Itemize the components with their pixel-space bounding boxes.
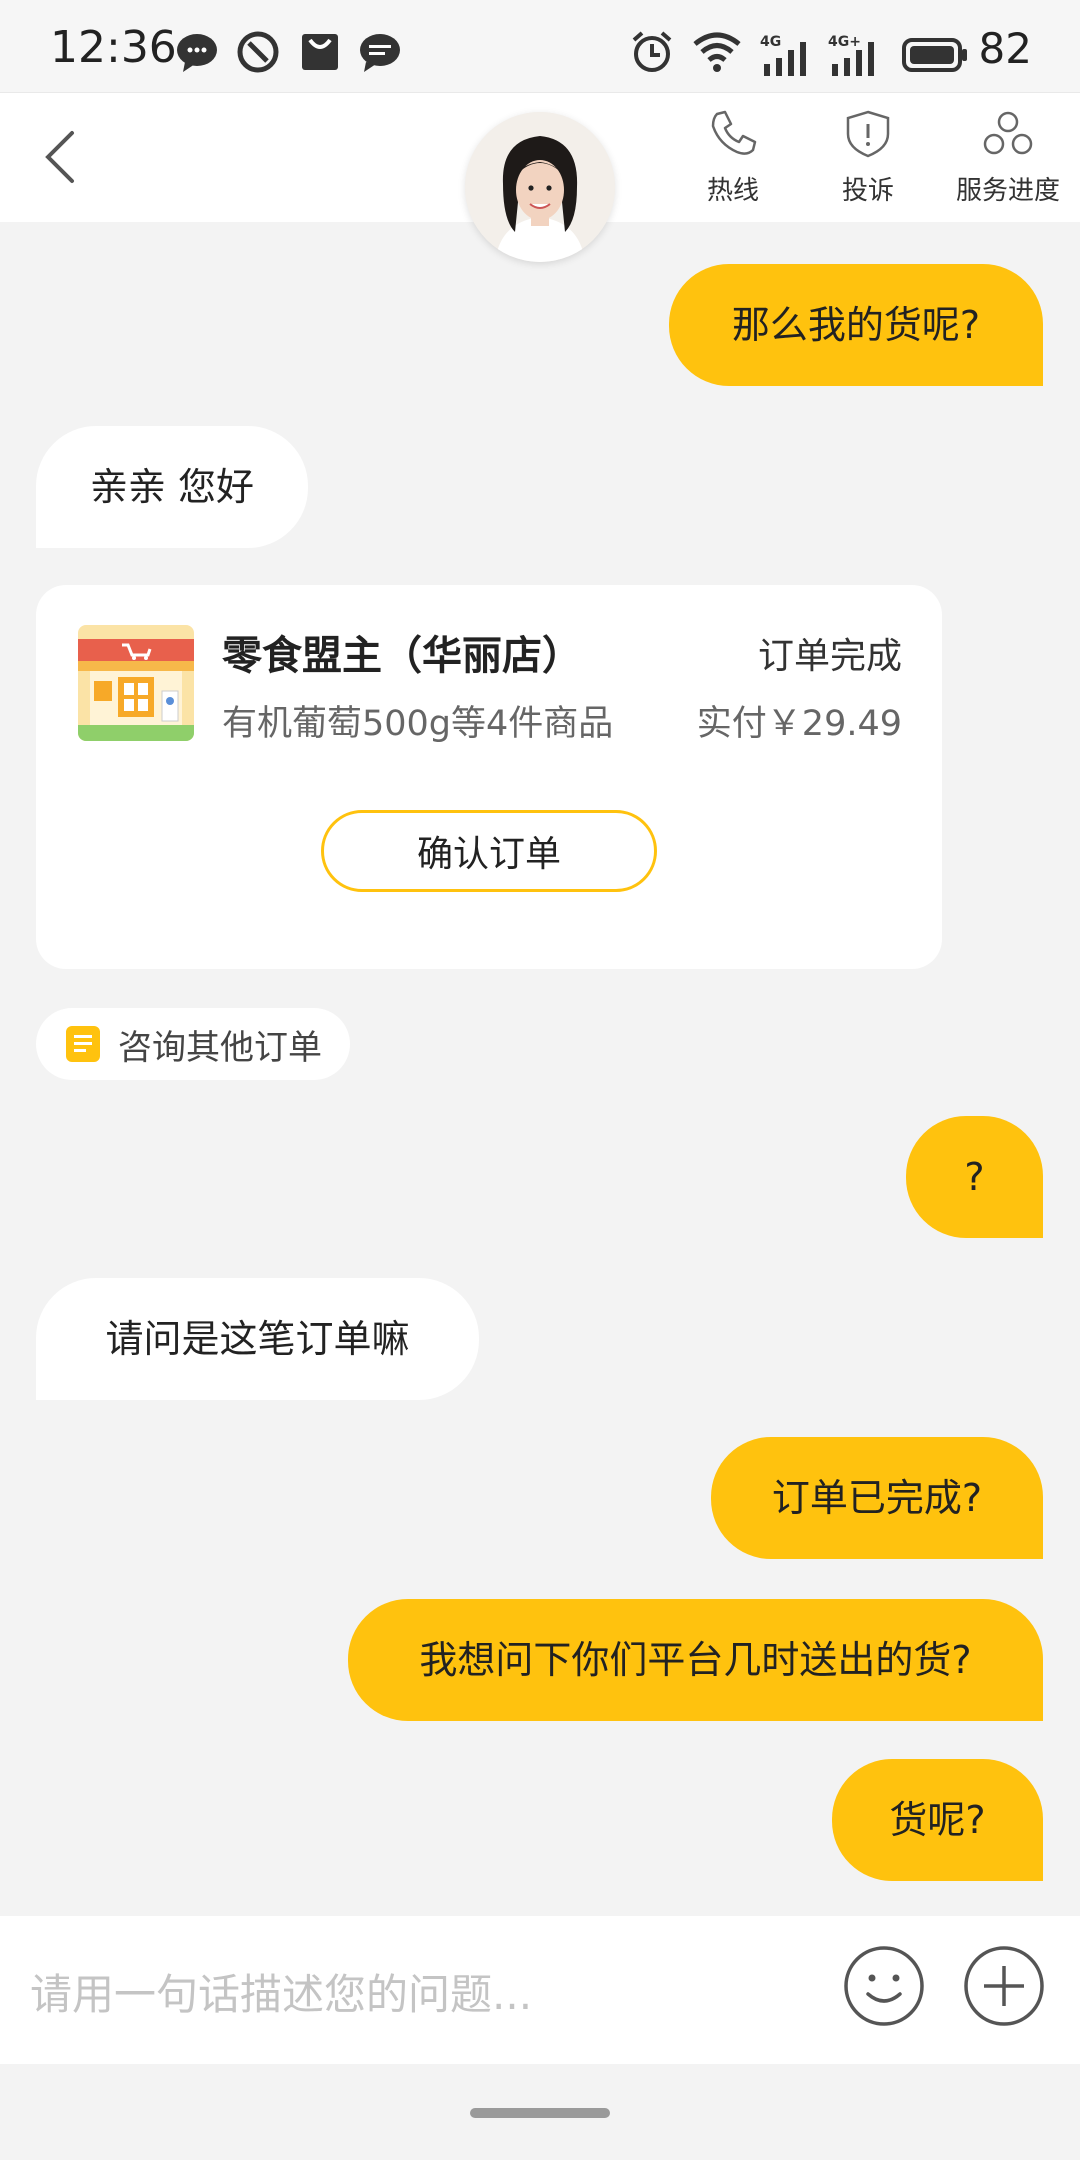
battery-icon xyxy=(902,38,967,72)
emoji-icon[interactable] xyxy=(842,1944,926,2028)
back-arrow-icon[interactable] xyxy=(36,127,86,187)
confirm-order-button[interactable]: 确认订单 xyxy=(321,810,657,892)
shop-name: 零食盟主（华丽店） xyxy=(222,633,582,679)
complaint-button[interactable]: 投诉 xyxy=(798,108,938,208)
wifi-icon xyxy=(693,32,741,72)
message-icon xyxy=(360,34,400,72)
input-bar: 请用一句话描述您的问题... xyxy=(0,1916,1080,2064)
shield-alert-icon xyxy=(846,110,890,158)
message-bubble-sent: 货呢? xyxy=(832,1759,1043,1881)
status-bar: 12:36 4G 4G+ 82 xyxy=(0,0,1080,92)
battery-level: 82 xyxy=(978,24,1032,73)
message-bubble-received: 请问是这笔订单嘛 xyxy=(36,1278,479,1400)
progress-icon xyxy=(983,111,1033,155)
status-time: 12:36 xyxy=(50,22,177,73)
service-progress-button[interactable]: 服务进度 xyxy=(938,108,1078,208)
order-goods: 有机葡萄500g等4件商品 xyxy=(222,704,614,744)
shop-logo xyxy=(78,625,194,741)
order-status: 订单完成 xyxy=(757,636,902,677)
message-bubble-sent: 那么我的货呢? xyxy=(669,264,1043,386)
message-input[interactable]: 请用一句话描述您的问题... xyxy=(30,1946,810,2036)
blocked-icon xyxy=(237,31,279,73)
bag-icon xyxy=(302,34,338,70)
message-bubble-received: 亲亲 您好 xyxy=(36,426,308,548)
signal-icon xyxy=(764,42,806,76)
order-paid-amount: 实付￥29.49 xyxy=(696,704,902,744)
consult-other-orders-label: 咨询其他订单 xyxy=(118,1027,322,1068)
consult-other-orders-button[interactable]: 咨询其他订单 xyxy=(36,1008,350,1080)
phone-icon xyxy=(711,110,757,155)
hotline-button[interactable]: 热线 xyxy=(663,108,803,208)
alarm-icon xyxy=(632,31,672,72)
message-bubble-sent: 我想问下你们平台几时送出的货? xyxy=(348,1599,1043,1721)
document-icon xyxy=(66,1026,100,1062)
home-indicator[interactable] xyxy=(470,2108,610,2118)
agent-avatar xyxy=(465,112,615,262)
signal-icon-2 xyxy=(832,42,874,76)
chat-bubble-icon xyxy=(177,34,217,72)
service-progress-label: 服务进度 xyxy=(955,176,1060,206)
plus-icon[interactable] xyxy=(962,1944,1046,2028)
complaint-label: 投诉 xyxy=(841,176,894,206)
hotline-label: 热线 xyxy=(706,176,759,206)
message-bubble-sent: ? xyxy=(906,1116,1043,1238)
message-bubble-sent: 订单已完成? xyxy=(711,1437,1043,1559)
order-card[interactable]: 零食盟主（华丽店） 订单完成 有机葡萄500g等4件商品 实付￥29.49 确认… xyxy=(36,585,942,969)
